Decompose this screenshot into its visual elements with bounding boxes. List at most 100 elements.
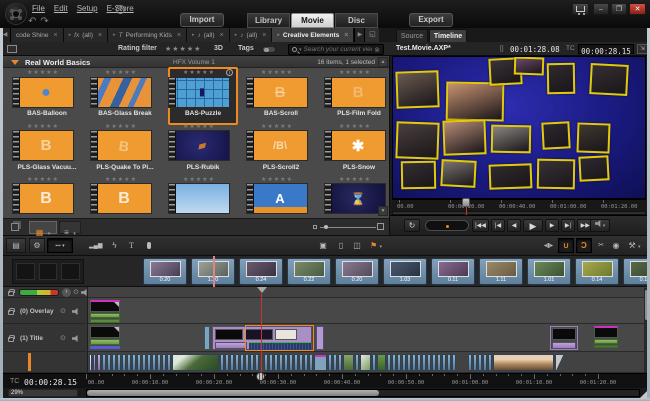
tags-label[interactable]: Tags (238, 45, 254, 52)
monitor-ruler[interactable]: 00.0000:00:20.0000:00:40.0000:01:00.0000… (392, 199, 646, 211)
lock-icon[interactable] (8, 310, 14, 315)
av-clip[interactable] (137, 354, 141, 371)
search-clear-icon[interactable]: ⊗ (374, 46, 380, 54)
title-track-header[interactable]: (1) Title ⊙ (0, 324, 88, 352)
play-button[interactable]: ▶ (523, 219, 543, 232)
item-rating-stars[interactable]: ★★★★★ (320, 176, 390, 183)
collapse-triangle-icon[interactable] (11, 60, 19, 65)
item-rating-stars[interactable]: ★★★★★ (242, 69, 312, 76)
tab-close-icon[interactable]: × (54, 32, 58, 39)
tab-movie[interactable]: Movie (291, 13, 334, 28)
av-clip[interactable] (377, 354, 386, 371)
library-item-pls-snow[interactable]: ✱ (324, 130, 386, 161)
eye-icon[interactable]: ⊙ (60, 308, 66, 315)
av-clip[interactable] (245, 354, 249, 371)
av-clip[interactable] (274, 354, 278, 371)
overlay-track-header[interactable]: (0) Overlay ⊙ (0, 298, 88, 324)
av-clip[interactable] (230, 354, 234, 371)
library-tab-code-shine[interactable]: code Shine× (11, 28, 64, 42)
maximize-button[interactable]: ❐ (611, 3, 627, 15)
timeline-settings-button[interactable]: ⚙ (29, 238, 45, 253)
audio-mixer-button[interactable]: ◂▮▸ (540, 238, 557, 253)
horizontal-scrollbar-thumb[interactable] (87, 390, 379, 396)
av-clip[interactable] (437, 354, 441, 371)
item-rating-stars[interactable]: ★★★★★ (242, 176, 312, 183)
thumbnail-zoom-slider[interactable] (320, 227, 376, 228)
voiceover-button[interactable] (141, 238, 156, 253)
library-item-untitled-2-3[interactable]: A (246, 183, 308, 214)
item-rating-stars[interactable]: ★★★★★ (86, 69, 156, 76)
tab-library[interactable]: Library (247, 13, 290, 28)
av-clip[interactable] (427, 354, 431, 371)
export-button[interactable]: Export (409, 13, 453, 27)
av-clip[interactable] (355, 354, 359, 371)
library-item-untitled-2-1[interactable]: B (90, 183, 152, 214)
storyboard-clip-11[interactable]: 0.16 (623, 258, 650, 285)
audio-monitor-button[interactable]: ◉ (609, 238, 623, 253)
zoom-in-icon[interactable] (377, 223, 384, 230)
tab-close-icon[interactable]: × (177, 32, 181, 39)
av-clip[interactable] (97, 354, 101, 371)
library-item-pls-scroll2[interactable]: /B\ (246, 130, 308, 161)
go-to-start-button[interactable]: |◀◀ (472, 219, 489, 232)
av-clip[interactable] (338, 354, 342, 371)
library-tab-performing-kids[interactable]: ▸TPerforming Kids× (108, 28, 187, 42)
step-back-button[interactable]: ◀ (507, 219, 521, 232)
av-clip[interactable] (162, 354, 166, 371)
item-rating-stars[interactable]: ★★★★★ (164, 69, 234, 76)
av-clip[interactable] (167, 354, 171, 371)
collection-icon[interactable] (7, 45, 17, 53)
av-clip[interactable] (299, 354, 303, 371)
item-rating-stars[interactable]: ★★★★★ (8, 123, 78, 130)
av-clip[interactable] (442, 354, 446, 371)
av-clip[interactable] (452, 354, 456, 371)
library-item-pls-film-fold[interactable]: B (324, 77, 386, 108)
menu-edit[interactable]: Edit (54, 4, 68, 13)
audio-levels-button[interactable]: ▂▄▆ (86, 238, 104, 253)
av-clip[interactable] (417, 354, 421, 371)
item-info-icon[interactable]: i (226, 69, 233, 76)
title-clip-sliver[interactable] (204, 326, 210, 350)
playhead-top-marker[interactable] (257, 287, 267, 293)
av-clip[interactable] (392, 354, 396, 371)
storyboard-clip-5[interactable]: 0.20 (335, 258, 379, 285)
storyboard-empty-slots[interactable] (12, 259, 84, 284)
av-clip[interactable] (279, 354, 283, 371)
av-clip[interactable] (172, 354, 219, 371)
av-clip[interactable] (235, 354, 239, 371)
item-rating-stars[interactable]: ★★★★★ (320, 69, 390, 76)
tab-source[interactable]: Source (396, 29, 428, 42)
title-clip-right2[interactable] (594, 326, 620, 350)
library-item-pls-quake-to-pi-[interactable]: B (90, 130, 152, 161)
tab-close-icon[interactable]: × (98, 32, 102, 39)
library-item-bas-balloon[interactable]: ● (12, 77, 74, 108)
title-clip-1[interactable] (90, 326, 120, 350)
tab-timeline[interactable]: Timeline (429, 29, 467, 42)
store-cart-button[interactable] (572, 3, 589, 15)
view-options-button[interactable]: ▪▪▪ ▾ (47, 238, 73, 253)
title-clip-right1[interactable] (550, 326, 578, 350)
storyboard-clip-7[interactable]: 0.11 (431, 258, 475, 285)
item-rating-stars[interactable]: ★★★★★ (8, 69, 78, 76)
av-clip[interactable] (468, 354, 472, 371)
list-view-button[interactable]: ≡ ▾ (59, 221, 81, 234)
av-track-header[interactable] (0, 352, 88, 373)
av-clip[interactable] (122, 354, 126, 371)
tab-scroll-right-icon[interactable]: ▶ (354, 28, 365, 42)
import-button[interactable]: Import (180, 13, 224, 27)
storyboard-clip-6[interactable]: 1.03 (383, 258, 427, 285)
storyboard-clip-4[interactable]: 0.22 (287, 258, 331, 285)
av-clip[interactable] (309, 354, 313, 371)
item-rating-stars[interactable]: ★★★★★ (86, 123, 156, 130)
tab-close-icon[interactable]: × (220, 32, 224, 39)
av-clip[interactable] (102, 354, 106, 371)
av-clip[interactable] (93, 354, 96, 371)
search-dropdown-icon[interactable]: ▾ (299, 47, 302, 53)
library-item-untitled-2-2[interactable] (168, 183, 230, 214)
item-rating-stars[interactable]: ★★★★★ (164, 123, 234, 130)
av-clip[interactable] (240, 354, 244, 371)
storyboard-clip-10[interactable]: 0.14 (575, 258, 619, 285)
item-rating-stars[interactable]: ★★★★★ (86, 176, 156, 183)
rating-filter-label[interactable]: Rating filter (118, 45, 157, 52)
av-clip[interactable] (555, 354, 566, 371)
